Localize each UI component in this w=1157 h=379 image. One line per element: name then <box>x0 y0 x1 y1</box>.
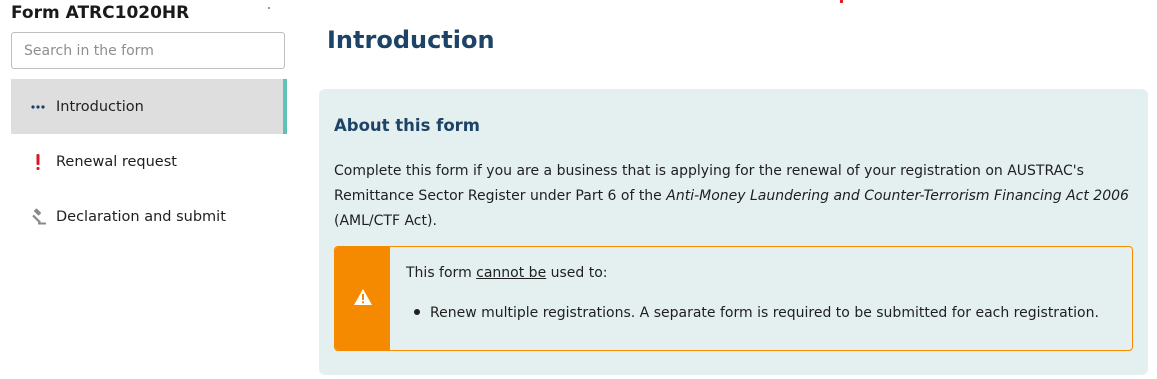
ellipsis-icon <box>28 104 48 110</box>
form-title: Form ATRC1020HR <box>11 3 190 23</box>
sidebar-item-label: Declaration and submit <box>56 208 226 225</box>
warning-intro-underlined: cannot be <box>476 265 547 281</box>
warning-intro-suffix: used to: <box>546 265 608 281</box>
search-input[interactable] <box>12 33 284 68</box>
panel-description: Complete this form if you are a business… <box>334 159 1134 234</box>
warning-callout: This form cannot be used to: Renew multi… <box>334 246 1133 351</box>
warning-intro: This form cannot be used to: <box>406 265 608 281</box>
sidebar-item-label: Renewal request <box>56 153 177 170</box>
form-page: Form ATRC1020HR Introduction Renew <box>0 0 1157 379</box>
list-item: Renew multiple registrations. A separate… <box>406 305 1099 321</box>
act-name: Anti-Money Laundering and Counter-Terror… <box>666 188 1129 204</box>
bullet-icon <box>414 309 420 315</box>
warning-item-text: Renew multiple registrations. A separate… <box>430 305 1099 321</box>
page-title: Introduction <box>327 26 495 54</box>
exclamation-icon <box>28 153 48 171</box>
sidebar-item-introduction[interactable]: Introduction <box>11 79 287 134</box>
warning-intro-prefix: This form <box>406 265 477 281</box>
sidebar-item-label: Introduction <box>56 98 144 115</box>
artifact-mark <box>840 0 843 3</box>
artifact-dot <box>268 7 270 9</box>
about-form-panel: About this form Complete this form if yo… <box>319 89 1148 375</box>
description-text-end: (AML/CTF Act). <box>334 213 437 229</box>
sidebar-item-declaration-and-submit[interactable]: Declaration and submit <box>11 189 287 244</box>
search-box[interactable] <box>11 32 285 69</box>
panel-heading: About this form <box>334 116 480 135</box>
warning-strip <box>335 247 390 350</box>
sidebar-item-renewal-request[interactable]: Renewal request <box>11 134 287 189</box>
warning-list: Renew multiple registrations. A separate… <box>406 305 1099 321</box>
warning-triangle-icon <box>353 288 373 310</box>
gavel-icon <box>28 207 48 227</box>
